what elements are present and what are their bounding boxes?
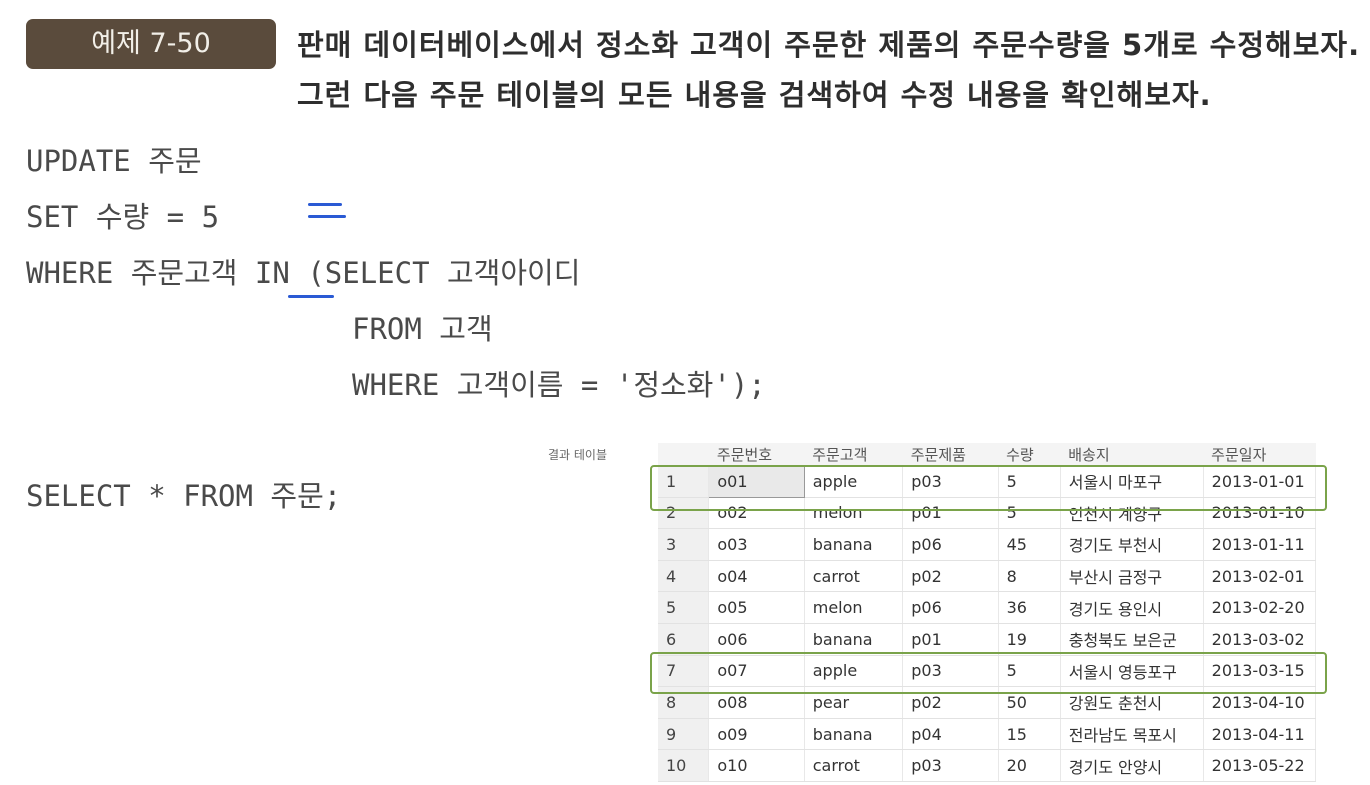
- table-cell: 2013-03-02: [1203, 623, 1317, 656]
- table-cell: 충청북도 보은군: [1060, 623, 1204, 656]
- code-line-update: UPDATE 주문: [26, 144, 202, 178]
- header-customer: 주문고객: [804, 443, 903, 466]
- code-line-set: SET 수량 = 5: [26, 200, 220, 234]
- table-cell: 전라남도 목포시: [1060, 718, 1204, 751]
- table-cell: p06: [902, 528, 999, 561]
- header-date: 주문일자: [1203, 443, 1316, 466]
- table-header-row: 주문번호 주문고객 주문제품 수량 배송지 주문일자: [658, 443, 1316, 466]
- table-row[interactable]: 5 o05 melon p06 36 경기도 용인시 2013-02-20: [658, 591, 1317, 624]
- table-cell: 5: [658, 591, 710, 624]
- table-cell: p02: [902, 560, 999, 593]
- table-cell: 15: [998, 718, 1061, 751]
- table-cell: 2013-01-11: [1203, 528, 1317, 561]
- table-cell: o03: [708, 528, 805, 561]
- code-line-where-inner: WHERE 고객이름 = '정소화');: [352, 368, 766, 402]
- table-row[interactable]: 3 o03 banana p06 45 경기도 부천시 2013-01-11: [658, 528, 1317, 561]
- table-cell: 19: [998, 623, 1061, 656]
- table-cell: o05: [708, 591, 805, 624]
- table-cell: 36: [998, 591, 1061, 624]
- table-row[interactable]: 10 o10 carrot p03 20 경기도 안양시 2013-05-22: [658, 749, 1317, 782]
- table-cell: 20: [998, 749, 1061, 782]
- table-cell: 3: [658, 528, 710, 561]
- table-cell: p01: [902, 623, 999, 656]
- table-cell: banana: [804, 528, 904, 561]
- pen-mark-upper: [308, 203, 342, 206]
- table-row[interactable]: 6 o06 banana p01 19 충청북도 보은군 2013-03-02: [658, 623, 1317, 656]
- table-cell: melon: [804, 591, 904, 624]
- code-line-where: WHERE 주문고객 IN (SELECT 고객아이디: [26, 256, 581, 290]
- table-cell: p03: [902, 749, 999, 782]
- table-cell: 경기도 안양시: [1060, 749, 1204, 782]
- header-rownum: [658, 443, 709, 466]
- header-address: 배송지: [1060, 443, 1204, 466]
- highlight-row-1: [650, 465, 1327, 511]
- table-cell: 경기도 용인시: [1060, 591, 1204, 624]
- table-cell: 경기도 부천시: [1060, 528, 1204, 561]
- table-cell: carrot: [804, 560, 904, 593]
- header-order-id: 주문번호: [708, 443, 805, 466]
- table-cell: o06: [708, 623, 805, 656]
- table-cell: p04: [902, 718, 999, 751]
- highlight-row-7: [650, 652, 1327, 694]
- pen-underline-in: [288, 295, 334, 298]
- table-cell: p06: [902, 591, 999, 624]
- pen-mark-lower: [308, 215, 346, 218]
- problem-line-2: 그런 다음 주문 테이블의 모든 내용을 검색하여 수정 내용을 확인해보자.: [297, 78, 1212, 112]
- problem-line-1: 판매 데이터베이스에서 정소화 고객이 주문한 제품의 주문수량을 5개로 수정…: [297, 28, 1361, 62]
- table-cell: 2013-02-20: [1203, 591, 1317, 624]
- table-cell: carrot: [804, 749, 904, 782]
- table-cell: o09: [708, 718, 805, 751]
- table-cell: 2013-05-22: [1203, 749, 1317, 782]
- code-line-from: FROM 고객: [352, 312, 493, 346]
- result-caption: 결과 테이블: [548, 448, 608, 462]
- header-qty: 수량: [998, 443, 1061, 466]
- code-line-select: SELECT * FROM 주문;: [26, 479, 342, 513]
- table-cell: banana: [804, 718, 904, 751]
- table-cell: 8: [998, 560, 1061, 593]
- table-cell: 부산시 금정구: [1060, 560, 1204, 593]
- table-cell: o04: [708, 560, 805, 593]
- table-cell: 4: [658, 560, 710, 593]
- table-cell: 9: [658, 718, 710, 751]
- table-cell: 45: [998, 528, 1061, 561]
- table-cell: 2013-04-11: [1203, 718, 1317, 751]
- table-cell: 10: [658, 749, 710, 782]
- header-product: 주문제품: [902, 443, 999, 466]
- table-cell: 6: [658, 623, 710, 656]
- table-row[interactable]: 4 o04 carrot p02 8 부산시 금정구 2013-02-01: [658, 560, 1317, 593]
- table-row[interactable]: 9 o09 banana p04 15 전라남도 목포시 2013-04-11: [658, 718, 1317, 751]
- example-badge: 예제 7-50: [26, 19, 276, 69]
- table-cell: banana: [804, 623, 904, 656]
- table-cell: o10: [708, 749, 805, 782]
- table-cell: 2013-02-01: [1203, 560, 1317, 593]
